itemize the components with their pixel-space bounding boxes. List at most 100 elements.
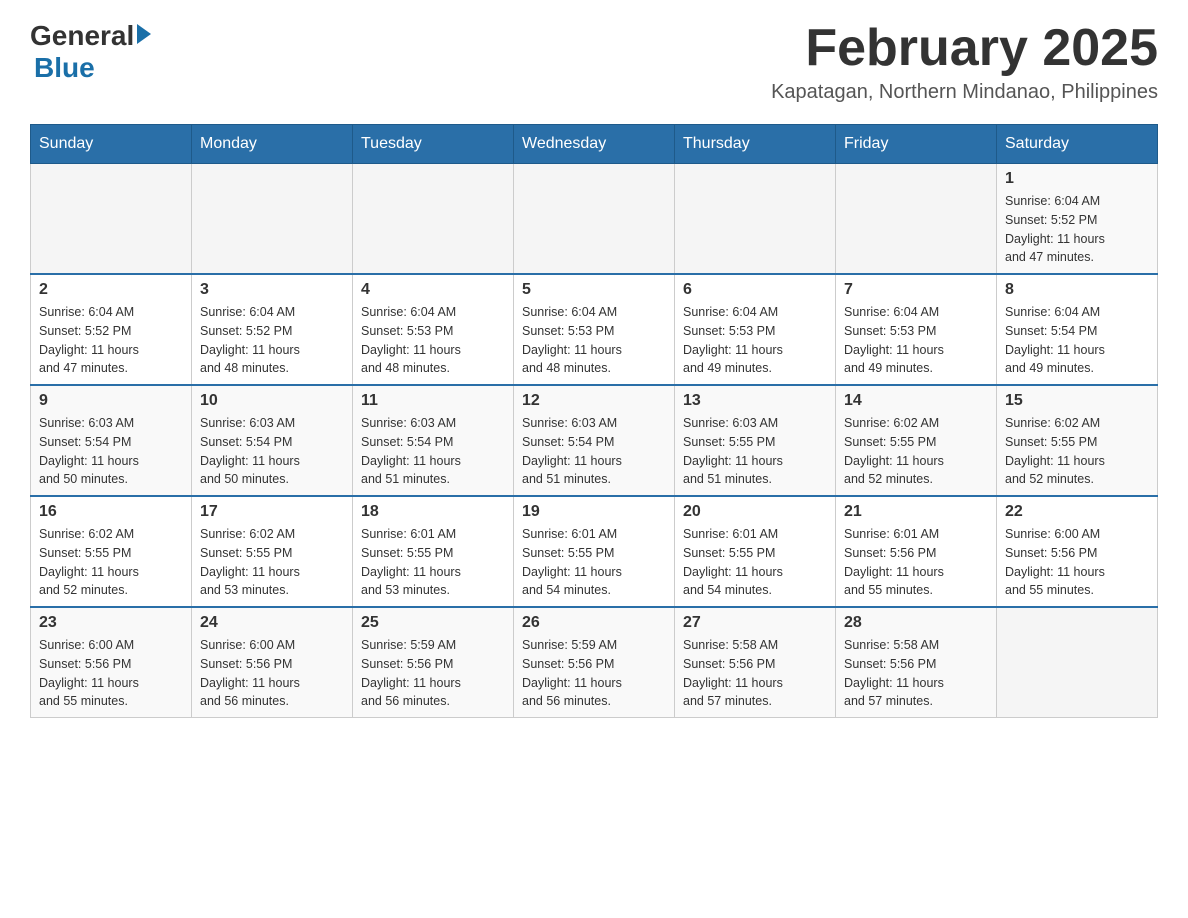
logo-general-text: General: [30, 20, 134, 52]
day-info: Sunrise: 6:04 AMSunset: 5:54 PMDaylight:…: [1005, 303, 1149, 378]
day-info: Sunrise: 6:04 AMSunset: 5:53 PMDaylight:…: [844, 303, 988, 378]
day-info: Sunrise: 6:04 AMSunset: 5:53 PMDaylight:…: [522, 303, 666, 378]
day-number: 9: [39, 392, 183, 410]
calendar-day-cell: 18 Sunrise: 6:01 AMSunset: 5:55 PMDayligh…: [353, 496, 514, 607]
day-info: Sunrise: 6:01 AMSunset: 5:56 PMDaylight:…: [844, 525, 988, 600]
day-number: 4: [361, 281, 505, 299]
calendar-day-cell: [31, 164, 192, 275]
calendar-day-cell: 19 Sunrise: 6:01 AMSunset: 5:55 PMDayligh…: [514, 496, 675, 607]
calendar-day-cell: 20 Sunrise: 6:01 AMSunset: 5:55 PMDayligh…: [675, 496, 836, 607]
day-info: Sunrise: 6:02 AMSunset: 5:55 PMDaylight:…: [39, 525, 183, 600]
day-info: Sunrise: 6:03 AMSunset: 5:54 PMDaylight:…: [39, 414, 183, 489]
day-number: 20: [683, 503, 827, 521]
header-saturday: Saturday: [997, 125, 1158, 164]
day-number: 14: [844, 392, 988, 410]
day-info: Sunrise: 6:01 AMSunset: 5:55 PMDaylight:…: [683, 525, 827, 600]
calendar-day-cell: 27 Sunrise: 5:58 AMSunset: 5:56 PMDayligh…: [675, 607, 836, 718]
calendar-day-cell: 7 Sunrise: 6:04 AMSunset: 5:53 PMDaylight…: [836, 274, 997, 385]
day-number: 26: [522, 614, 666, 632]
day-number: 5: [522, 281, 666, 299]
calendar-week-row: 16 Sunrise: 6:02 AMSunset: 5:55 PMDayligh…: [31, 496, 1158, 607]
day-info: Sunrise: 6:03 AMSunset: 5:54 PMDaylight:…: [522, 414, 666, 489]
calendar-day-cell: 9 Sunrise: 6:03 AMSunset: 5:54 PMDaylight…: [31, 385, 192, 496]
day-info: Sunrise: 6:00 AMSunset: 5:56 PMDaylight:…: [39, 636, 183, 711]
day-number: 15: [1005, 392, 1149, 410]
day-info: Sunrise: 6:01 AMSunset: 5:55 PMDaylight:…: [522, 525, 666, 600]
page-header: General Blue February 2025 Kapatagan, No…: [30, 20, 1158, 104]
day-number: 16: [39, 503, 183, 521]
day-number: 21: [844, 503, 988, 521]
day-number: 28: [844, 614, 988, 632]
calendar-day-cell: 3 Sunrise: 6:04 AMSunset: 5:52 PMDaylight…: [192, 274, 353, 385]
calendar-week-row: 2 Sunrise: 6:04 AMSunset: 5:52 PMDaylight…: [31, 274, 1158, 385]
calendar-day-cell: 23 Sunrise: 6:00 AMSunset: 5:56 PMDayligh…: [31, 607, 192, 718]
calendar-week-row: 1Sunrise: 6:04 AMSunset: 5:52 PMDaylight…: [31, 164, 1158, 275]
day-info: Sunrise: 6:02 AMSunset: 5:55 PMDaylight:…: [1005, 414, 1149, 489]
day-number: 19: [522, 503, 666, 521]
day-number: 22: [1005, 503, 1149, 521]
day-number: 3: [200, 281, 344, 299]
day-number: 8: [1005, 281, 1149, 299]
day-info: Sunrise: 6:04 AMSunset: 5:53 PMDaylight:…: [361, 303, 505, 378]
day-number: 12: [522, 392, 666, 410]
day-number: 23: [39, 614, 183, 632]
day-info: Sunrise: 6:02 AMSunset: 5:55 PMDaylight:…: [844, 414, 988, 489]
day-number: 2: [39, 281, 183, 299]
day-info: Sunrise: 6:04 AMSunset: 5:52 PMDaylight:…: [200, 303, 344, 378]
calendar-day-cell: 28 Sunrise: 5:58 AMSunset: 5:56 PMDayligh…: [836, 607, 997, 718]
calendar-day-cell: [353, 164, 514, 275]
calendar-day-cell: 17Sunrise: 6:02 AMSunset: 5:55 PMDayligh…: [192, 496, 353, 607]
day-number: 25: [361, 614, 505, 632]
header-thursday: Thursday: [675, 125, 836, 164]
day-number: 18: [361, 503, 505, 521]
calendar-day-cell: 1Sunrise: 6:04 AMSunset: 5:52 PMDaylight…: [997, 164, 1158, 275]
day-info: Sunrise: 6:00 AMSunset: 5:56 PMDaylight:…: [1005, 525, 1149, 600]
header-sunday: Sunday: [31, 125, 192, 164]
day-number: 17: [200, 503, 344, 521]
day-info: Sunrise: 5:58 AMSunset: 5:56 PMDaylight:…: [844, 636, 988, 711]
calendar-day-cell: 26Sunrise: 5:59 AMSunset: 5:56 PMDayligh…: [514, 607, 675, 718]
calendar-day-cell: 10 Sunrise: 6:03 AMSunset: 5:54 PMDayligh…: [192, 385, 353, 496]
day-number: 10: [200, 392, 344, 410]
calendar-week-row: 9 Sunrise: 6:03 AMSunset: 5:54 PMDaylight…: [31, 385, 1158, 496]
day-info: Sunrise: 5:58 AMSunset: 5:56 PMDaylight:…: [683, 636, 827, 711]
day-info: Sunrise: 6:03 AMSunset: 5:55 PMDaylight:…: [683, 414, 827, 489]
location-subtitle: Kapatagan, Northern Mindanao, Philippine…: [771, 81, 1158, 104]
header-tuesday: Tuesday: [353, 125, 514, 164]
calendar-day-cell: [997, 607, 1158, 718]
calendar-day-cell: 25Sunrise: 5:59 AMSunset: 5:56 PMDayligh…: [353, 607, 514, 718]
calendar-day-cell: 4 Sunrise: 6:04 AMSunset: 5:53 PMDaylight…: [353, 274, 514, 385]
day-info: Sunrise: 6:04 AMSunset: 5:53 PMDaylight:…: [683, 303, 827, 378]
day-number: 1: [1005, 170, 1149, 188]
header-friday: Friday: [836, 125, 997, 164]
calendar-table: Sunday Monday Tuesday Wednesday Thursday…: [30, 124, 1158, 718]
day-number: 7: [844, 281, 988, 299]
calendar-day-cell: [514, 164, 675, 275]
calendar-day-cell: 2 Sunrise: 6:04 AMSunset: 5:52 PMDaylight…: [31, 274, 192, 385]
calendar-day-cell: [675, 164, 836, 275]
logo: General Blue: [30, 20, 151, 84]
calendar-day-cell: 16 Sunrise: 6:02 AMSunset: 5:55 PMDayligh…: [31, 496, 192, 607]
calendar-day-cell: [192, 164, 353, 275]
day-number: 6: [683, 281, 827, 299]
calendar-day-cell: 21 Sunrise: 6:01 AMSunset: 5:56 PMDayligh…: [836, 496, 997, 607]
header-monday: Monday: [192, 125, 353, 164]
calendar-day-cell: 12 Sunrise: 6:03 AMSunset: 5:54 PMDayligh…: [514, 385, 675, 496]
day-info: Sunrise: 6:03 AMSunset: 5:54 PMDaylight:…: [200, 414, 344, 489]
month-year-title: February 2025: [771, 20, 1158, 77]
day-info: Sunrise: 6:01 AMSunset: 5:55 PMDaylight:…: [361, 525, 505, 600]
day-number: 27: [683, 614, 827, 632]
logo-flag-icon: [137, 24, 151, 44]
calendar-day-cell: 24 Sunrise: 6:00 AMSunset: 5:56 PMDayligh…: [192, 607, 353, 718]
day-number: 24: [200, 614, 344, 632]
title-area: February 2025 Kapatagan, Northern Mindan…: [771, 20, 1158, 104]
header-wednesday: Wednesday: [514, 125, 675, 164]
calendar-day-cell: 13 Sunrise: 6:03 AMSunset: 5:55 PMDayligh…: [675, 385, 836, 496]
calendar-day-cell: 5 Sunrise: 6:04 AMSunset: 5:53 PMDaylight…: [514, 274, 675, 385]
calendar-day-cell: [836, 164, 997, 275]
day-info: Sunrise: 6:04 AMSunset: 5:52 PMDaylight:…: [39, 303, 183, 378]
calendar-day-cell: 14 Sunrise: 6:02 AMSunset: 5:55 PMDayligh…: [836, 385, 997, 496]
day-number: 13: [683, 392, 827, 410]
day-info: Sunrise: 6:00 AMSunset: 5:56 PMDaylight:…: [200, 636, 344, 711]
calendar-day-cell: 6 Sunrise: 6:04 AMSunset: 5:53 PMDaylight…: [675, 274, 836, 385]
